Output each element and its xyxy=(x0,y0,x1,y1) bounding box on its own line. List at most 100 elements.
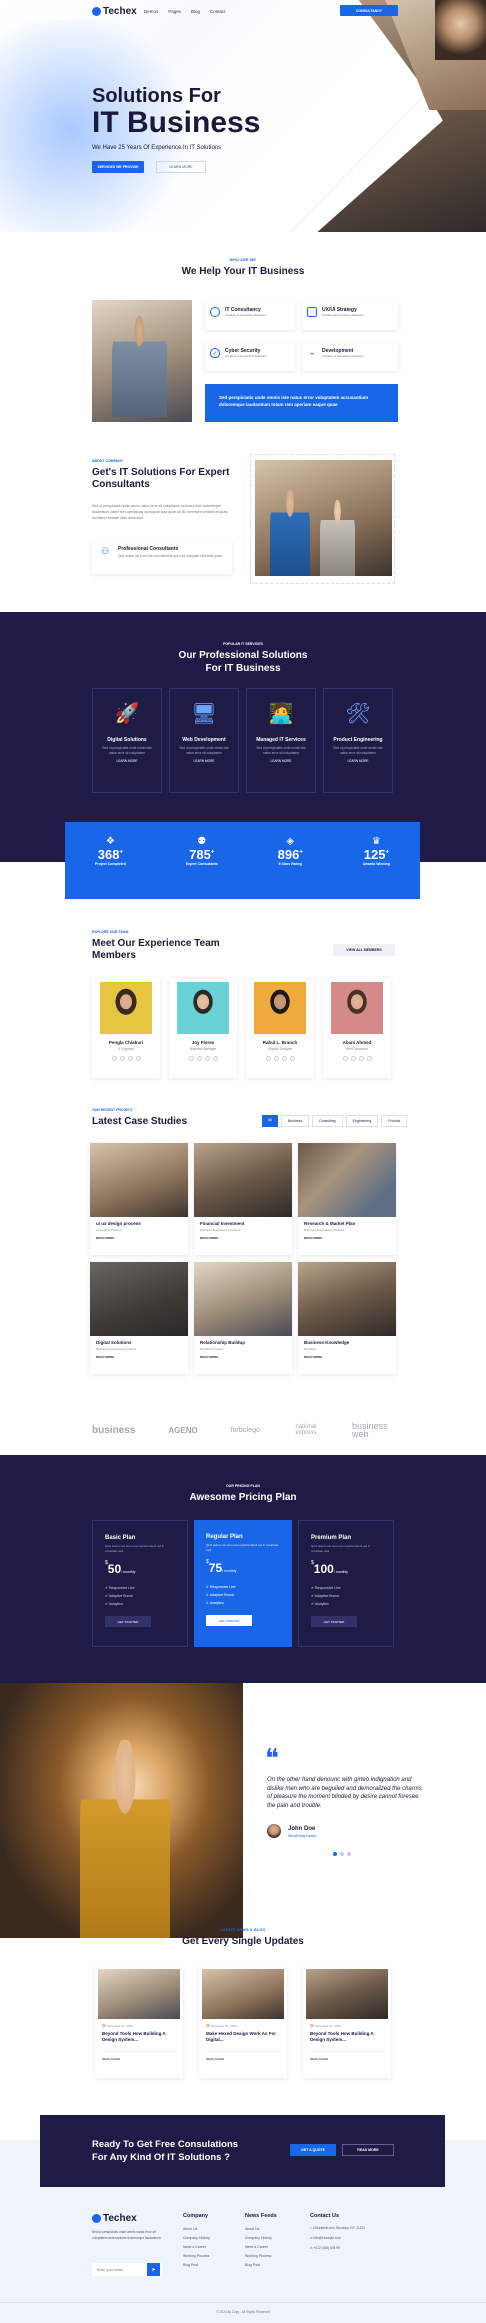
youtube-icon[interactable] xyxy=(289,1056,295,1061)
filter-all[interactable]: All xyxy=(262,1115,278,1127)
news-read-more[interactable]: READ MORE xyxy=(102,2051,176,2061)
member-role: Web Developer xyxy=(346,1047,368,1051)
feature-card-4[interactable]: ⌁ Development Creative & Innovative Solut… xyxy=(302,343,398,371)
services-button[interactable]: SERVICES WE PROVIDE xyxy=(92,161,144,173)
team-title-2: Members xyxy=(92,950,136,961)
team-card-2[interactable]: Joy Flores Business Manager xyxy=(169,978,237,1078)
service-card-3[interactable]: 🧑‍💻 Managed IT Services Sed ut perspicia… xyxy=(246,688,316,793)
service-card-2[interactable]: 🖥 Web Development Sed ut perspiciatis un… xyxy=(169,688,239,793)
stat-number: 368 xyxy=(97,847,120,862)
case-title: ui ux design process xyxy=(96,1221,141,1226)
linkedin-icon[interactable] xyxy=(127,1056,133,1061)
menu-blog[interactable]: Blog xyxy=(191,9,200,14)
linkedin-icon[interactable] xyxy=(281,1056,287,1061)
get-started-button[interactable]: GET STARTED xyxy=(311,1616,357,1627)
youtube-icon[interactable] xyxy=(366,1056,372,1061)
service-more-link[interactable]: LEARN MORE xyxy=(170,759,238,763)
get-quote-button[interactable]: GET A QUOTE xyxy=(290,2144,336,2156)
quote-icon: ❝ xyxy=(265,1744,279,1774)
plan-desc: Quis autem vel eum iure reprehenderit qu… xyxy=(311,1544,371,1553)
pricing-tag: OUR PRICING PLAN xyxy=(226,1484,260,1488)
service-card-1[interactable]: 🚀 Digital Solutions Sed ut perspiciatis … xyxy=(92,688,162,793)
member-name: Joy Flores xyxy=(191,1040,215,1045)
help-title: We Help Your IT Business xyxy=(181,266,305,277)
menu-pages[interactable]: Pages xyxy=(168,9,181,14)
case-card-3[interactable]: Research & Market Plan Business Engineeri… xyxy=(298,1143,396,1255)
news-card-1[interactable]: 📅 November 21, 2023 Beyond Tools How Buil… xyxy=(95,1966,183,2078)
dot[interactable] xyxy=(340,1852,344,1856)
filter-business[interactable]: Business xyxy=(280,1115,310,1127)
feature-card-2[interactable]: UX/UI Strategy Creative & Innovative Solu… xyxy=(302,302,398,330)
dot-active[interactable] xyxy=(333,1852,337,1856)
facebook-icon[interactable] xyxy=(265,1056,271,1061)
case-card-2[interactable]: Financial Investment Business Engineering… xyxy=(194,1143,292,1255)
youtube-icon[interactable] xyxy=(212,1056,218,1061)
service-more-link[interactable]: LEARN MORE xyxy=(247,759,315,763)
facebook-icon[interactable] xyxy=(111,1056,117,1061)
author-name: John Doe xyxy=(288,1826,316,1832)
menu-contact[interactable]: Contact xyxy=(210,9,226,14)
footer-about: Sed ut perspiciatis unde omnis natus err… xyxy=(92,2230,161,2240)
team-card-3[interactable]: Rahul L. Branch Graphic Designer xyxy=(246,978,314,1078)
plan-name: Basic Plan xyxy=(105,1535,136,1541)
case-read-more[interactable]: READ MORE xyxy=(96,1355,182,1359)
case-read-more[interactable]: READ MORE xyxy=(200,1355,286,1359)
case-read-more[interactable]: READ MORE xyxy=(200,1236,286,1240)
logo-icon xyxy=(92,2214,101,2223)
news-card-3[interactable]: 📅 November 21, 2023 Beyond Tools How Buil… xyxy=(303,1966,391,2078)
feature-card-3[interactable]: ✓ Cyber Security Creative & Innovative So… xyxy=(205,343,295,371)
phone[interactable]: ✆ +012 (345) 678 99 xyxy=(310,2245,395,2251)
case-read-more[interactable]: READ MORE xyxy=(304,1236,390,1240)
service-card-4[interactable]: 🛠 Product Engineering Sed ut perspiciati… xyxy=(323,688,393,793)
twitter-icon[interactable] xyxy=(196,1056,202,1061)
newsletter-email-input[interactable] xyxy=(92,2267,147,2272)
brand-logo[interactable]: Techex xyxy=(92,6,137,17)
service-more-link[interactable]: LEARN MORE xyxy=(93,759,161,763)
get-started-button[interactable]: GET STARTED xyxy=(105,1616,151,1627)
service-text: Sed ut perspiciatis unde omnis iste natu… xyxy=(333,746,383,755)
case-card-1[interactable]: ui ux design process Consulting Product RE… xyxy=(90,1143,188,1255)
footer-heading: Company xyxy=(183,2213,209,2219)
news-read-more[interactable]: READ MORE xyxy=(206,2051,280,2061)
news-card-2[interactable]: 📅 November 21, 2023 Make Hexed Design Wor… xyxy=(199,1966,287,2078)
footer-news: News Feeds About Us Company History Need a… xyxy=(245,2213,277,2270)
menu-demos[interactable]: Demos xyxy=(144,9,158,14)
get-started-button[interactable]: GET STARTED xyxy=(206,1615,252,1626)
twitter-icon[interactable] xyxy=(350,1056,356,1061)
twitter-icon[interactable] xyxy=(119,1056,125,1061)
twitter-icon[interactable] xyxy=(273,1056,279,1061)
youtube-icon[interactable] xyxy=(135,1056,141,1061)
facebook-icon[interactable] xyxy=(342,1056,348,1061)
brand-business: business xyxy=(92,1424,136,1436)
case-card-6[interactable]: Business Knowledge Business READ MORE xyxy=(298,1262,396,1374)
news-read-more[interactable]: READ MORE xyxy=(310,2051,384,2061)
service-more-link[interactable]: LEARN MORE xyxy=(324,759,392,763)
footer-company: Company About Us Company History Need a Ca… xyxy=(183,2213,210,2270)
send-icon[interactable]: ➤ xyxy=(147,2263,160,2276)
dot[interactable] xyxy=(347,1852,351,1856)
engineering-icon: 🛠 xyxy=(345,703,371,725)
consultancy-button[interactable]: CONSULTANCY xyxy=(340,5,398,16)
news-image xyxy=(202,1969,284,2019)
facebook-icon[interactable] xyxy=(188,1056,194,1061)
cta-read-more-button[interactable]: READ MORE xyxy=(342,2144,394,2156)
linkedin-icon[interactable] xyxy=(358,1056,364,1061)
team-card-1[interactable]: Pengla Chiaburi IT Engineer xyxy=(92,978,160,1078)
view-all-members-button[interactable]: VIEW ALL MEMBERS xyxy=(333,944,395,956)
filter-engineering[interactable]: Engineering xyxy=(345,1115,379,1127)
feature-card-1[interactable]: IT Consultancy Creative & Innovative Solu… xyxy=(205,302,295,330)
email[interactable]: ✉ info@example.com xyxy=(310,2235,395,2241)
case-image xyxy=(298,1262,396,1336)
filter-consulting[interactable]: Consulting xyxy=(312,1115,343,1127)
filter-product[interactable]: Product xyxy=(381,1115,408,1127)
team-card-4[interactable]: Abani Ahmed Web Developer xyxy=(323,978,391,1078)
case-card-5[interactable]: Relationship Buildup Business Product READ… xyxy=(194,1262,292,1374)
services-title-1: Our Professional Solutions xyxy=(178,650,308,661)
case-card-4[interactable]: Digital Solutions Business Engineering Pr… xyxy=(90,1262,188,1374)
case-title: Business Knowledge xyxy=(304,1340,350,1345)
footer-logo[interactable]: Techex xyxy=(92,2213,137,2224)
case-read-more[interactable]: READ MORE xyxy=(304,1355,390,1359)
case-read-more[interactable]: READ MORE xyxy=(96,1236,182,1240)
linkedin-icon[interactable] xyxy=(204,1056,210,1061)
learn-more-button[interactable]: LEARN MORE xyxy=(156,161,206,173)
